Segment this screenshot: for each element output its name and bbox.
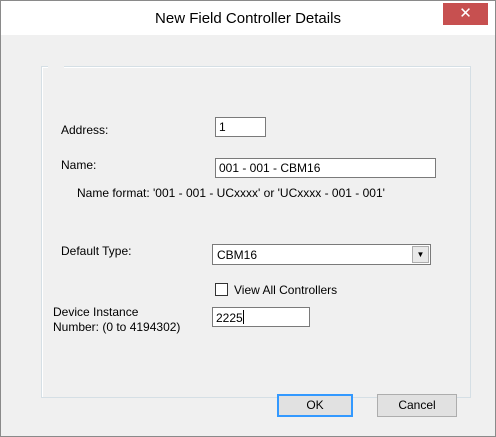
address-label: Address: xyxy=(61,123,109,137)
dialog-body: Address: 1 Name: 001 - 001 - CBM16 Name … xyxy=(10,35,486,427)
text-cursor xyxy=(242,310,244,324)
default-type-dropdown[interactable]: CBM16 ▼ xyxy=(212,244,431,265)
close-icon: ✕ xyxy=(459,5,472,22)
dialog-title: New Field Controller Details xyxy=(155,10,341,27)
view-all-controllers-label[interactable]: View All Controllers xyxy=(234,283,337,297)
name-format-hint: Name format: '001 - 001 - UCxxxx' or 'UC… xyxy=(77,186,385,200)
default-type-label: Default Type: xyxy=(61,244,132,258)
device-instance-input[interactable]: 2225 xyxy=(212,307,310,327)
address-input[interactable]: 1 xyxy=(215,117,266,137)
name-input[interactable]: 001 - 001 - CBM16 xyxy=(215,158,436,178)
default-type-value: CBM16 xyxy=(217,248,258,262)
device-instance-range-label: Number: (0 to 4194302) xyxy=(53,320,181,334)
chevron-down-icon: ▼ xyxy=(416,250,425,259)
device-instance-label: Device Instance xyxy=(53,305,139,319)
dropdown-button[interactable]: ▼ xyxy=(412,246,429,263)
group-box-caption-gap xyxy=(48,65,64,68)
details-group-box xyxy=(41,66,471,398)
ok-button[interactable]: OK xyxy=(277,394,353,417)
dialog-window: New Field Controller Details ✕ Address: … xyxy=(0,0,496,437)
view-all-controllers-checkbox[interactable] xyxy=(215,283,228,296)
title-bar[interactable]: New Field Controller Details ✕ xyxy=(1,1,495,35)
cancel-button[interactable]: Cancel xyxy=(377,394,457,417)
close-button[interactable]: ✕ xyxy=(443,3,488,25)
name-label: Name: xyxy=(61,158,97,172)
